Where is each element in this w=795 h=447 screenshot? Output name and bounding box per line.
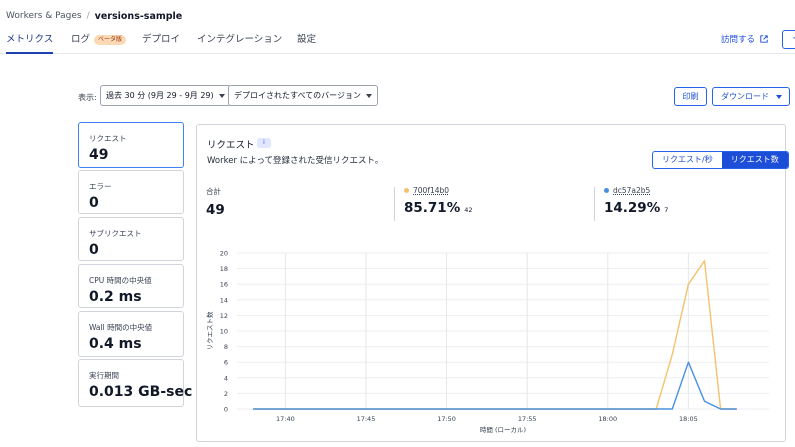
version-id-link[interactable]: dc57a2b5 xyxy=(613,186,650,195)
x-tick-label: 18:05 xyxy=(679,415,698,423)
download-button[interactable]: ダウンロード xyxy=(712,87,790,106)
tab-metrics[interactable]: メトリクス xyxy=(6,28,54,54)
y-tick-label: 12 xyxy=(220,312,228,320)
time-range-select[interactable]: 過去 30 分 (9月 29 - 9月 29) xyxy=(100,85,231,106)
stat-version-1: 700f14b0 85.71% 42 xyxy=(404,186,473,216)
legend-dot xyxy=(604,188,609,193)
tab-logs-label: ログ xyxy=(71,34,91,45)
x-tick-label: 17:55 xyxy=(518,415,537,423)
download-button-label: ダウンロード xyxy=(721,92,769,101)
x-tick-label: 18:00 xyxy=(598,415,617,423)
edge-action-button[interactable]: + xyxy=(782,30,795,49)
filter-label: 表示: xyxy=(78,93,97,102)
metric-value: 49 xyxy=(89,147,109,163)
chevron-down-icon xyxy=(776,95,782,99)
breadcrumb-workers-pages[interactable]: Workers & Pages xyxy=(6,11,82,21)
requests-line-chart: 0 2 4 6 8 10 12 14 16 18 20 17:40 17:45 17:50 17:55 18:… xyxy=(205,250,769,434)
metric-value: 0 xyxy=(89,242,99,258)
y-tick-label: 4 xyxy=(224,374,228,382)
stat-divider xyxy=(394,187,395,221)
tab-deployments-label: デプロイ xyxy=(142,34,181,45)
metric-value: 0.2 ms xyxy=(89,289,142,305)
breadcrumb-separator: / xyxy=(86,11,90,21)
tab-logs[interactable]: ログ ベータ版 xyxy=(71,28,127,54)
panel-subtitle: Worker によって登録された受信リクエスト。 xyxy=(207,156,384,166)
chevron-down-icon xyxy=(365,94,372,98)
y-tick-label: 6 xyxy=(224,359,228,367)
version-count: 42 xyxy=(464,206,473,214)
metric-label: サブリクエスト xyxy=(89,229,142,238)
metric-label: エラー xyxy=(89,182,112,191)
x-tick-label: 17:40 xyxy=(276,415,295,423)
metric-card-errors[interactable]: エラー 0 xyxy=(78,170,184,214)
series-line-700f14b0 xyxy=(253,260,737,410)
stat-total-label: 合計 xyxy=(206,187,221,196)
y-axis-title: リクエスト数 xyxy=(205,311,214,351)
version-percent: 85.71% xyxy=(404,200,461,216)
legend-dot xyxy=(404,188,409,193)
metric-card-cpu-time[interactable]: CPU 時間の中央値 0.2 ms xyxy=(78,264,184,308)
tab-bar: メトリクス ログ ベータ版 デプロイ インテグレーション 設定 xyxy=(0,28,795,54)
y-tick-label: 18 xyxy=(220,265,228,273)
toggle-requests-per-second[interactable]: リクエスト/秒 xyxy=(653,152,722,168)
x-tick-label: 17:45 xyxy=(357,415,376,423)
metric-label: 実行期間 xyxy=(89,371,119,380)
requests-panel: リクエスト i Worker によって登録された受信リクエスト。 リクエスト/秒… xyxy=(196,124,789,442)
tab-settings[interactable]: 設定 xyxy=(297,28,316,54)
info-icon[interactable]: i xyxy=(257,138,271,148)
print-button[interactable]: 印刷 xyxy=(674,87,707,106)
tab-deployments[interactable]: デプロイ xyxy=(142,28,180,54)
toggle-request-count[interactable]: リクエスト数 xyxy=(721,152,788,168)
version-select[interactable]: デプロイされたすべてのバージョン xyxy=(228,85,378,106)
y-tick-label: 2 xyxy=(224,390,228,398)
beta-badge: ベータ版 xyxy=(94,35,127,45)
tab-metrics-label: メトリクス xyxy=(6,34,54,45)
tab-integrations[interactable]: インテグレーション xyxy=(197,28,282,54)
y-tick-label: 10 xyxy=(220,328,228,336)
y-tick-label: 16 xyxy=(220,281,228,289)
metric-label: Wall 時間の中央値 xyxy=(89,323,153,332)
tab-settings-label: 設定 xyxy=(297,34,317,45)
y-tick-label: 0 xyxy=(224,406,228,414)
metric-value: 0.4 ms xyxy=(89,336,142,352)
visit-link[interactable]: 訪問する xyxy=(721,33,768,45)
visit-link-label: 訪問する xyxy=(721,35,756,45)
y-tick-label: 20 xyxy=(220,250,228,258)
tab-integrations-label: インテグレーション xyxy=(197,34,283,45)
version-select-value: デプロイされたすべてのバージョン xyxy=(234,91,361,100)
stat-total-value: 49 xyxy=(206,202,225,218)
breadcrumb: Workers & Pages / versions-sample xyxy=(6,8,182,24)
metric-value: 0 xyxy=(89,195,99,211)
x-tick-label: 17:50 xyxy=(437,415,456,423)
version-percent: 14.29% xyxy=(604,200,661,216)
stat-total: 合計 49 xyxy=(206,186,225,218)
time-range-value: 過去 30 分 (9月 29 - 9月 29) xyxy=(106,91,214,100)
y-tick-label: 14 xyxy=(220,296,228,304)
panel-title: リクエスト xyxy=(207,140,255,151)
stat-divider xyxy=(594,187,595,221)
stat-version-2: dc57a2b5 14.29% 7 xyxy=(604,186,668,216)
chevron-down-icon xyxy=(218,94,225,98)
metric-card-requests[interactable]: リクエスト 49 xyxy=(78,122,184,168)
metric-label: CPU 時間の中央値 xyxy=(89,276,152,285)
metric-value: 0.013 GB-sec xyxy=(89,384,193,400)
x-axis-title: 時間 (ローカル) xyxy=(480,426,526,434)
metric-card-wall-time[interactable]: Wall 時間の中央値 0.4 ms xyxy=(78,311,184,357)
metric-card-subrequests[interactable]: サブリクエスト 0 xyxy=(78,217,184,261)
breadcrumb-current: versions-sample xyxy=(94,10,183,22)
external-link-icon xyxy=(760,35,768,43)
series-line-dc57a2b5 xyxy=(253,361,737,410)
version-count: 7 xyxy=(664,206,669,214)
metric-label: リクエスト xyxy=(89,134,127,143)
version-id-link[interactable]: 700f14b0 xyxy=(413,186,449,195)
y-tick-label: 8 xyxy=(224,343,228,351)
request-unit-toggle: リクエスト/秒 リクエスト数 xyxy=(652,151,789,169)
metric-card-duration[interactable]: 実行期間 0.013 GB-sec xyxy=(78,359,192,407)
